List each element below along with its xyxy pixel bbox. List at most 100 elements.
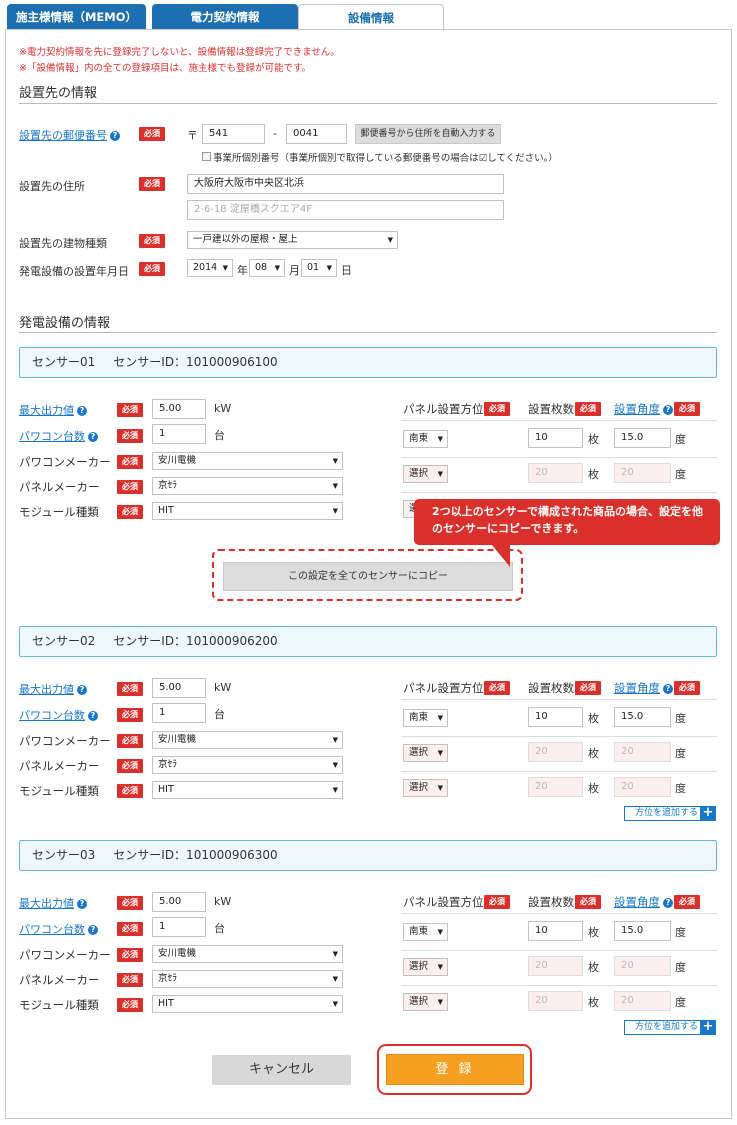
angle-input[interactable]: 15.0 (614, 921, 671, 941)
direction-select[interactable]: 選択 ▼ (403, 993, 448, 1011)
postal-label[interactable]: 設置先の郵便番号? (19, 127, 120, 143)
pcs-count-input[interactable]: 1 (152, 917, 206, 937)
help-icon[interactable]: ? (663, 405, 673, 415)
pcs-count-label[interactable]: パワコン台数? (19, 707, 98, 723)
help-icon[interactable]: ? (88, 711, 98, 721)
panel-maker-select[interactable]: 京ｾﾗ ▼ (152, 756, 343, 774)
max-output-input[interactable]: 5.00 (152, 892, 206, 912)
panel-count-input[interactable]: 10 (528, 428, 583, 448)
chevron-down-icon: ▼ (387, 236, 393, 244)
sensor-header: センサー03 センサーID：101000906300 (19, 840, 717, 871)
pcs-count-input[interactable]: 1 (152, 703, 206, 723)
postal-code-2-input[interactable]: 0041 (286, 124, 347, 144)
help-icon[interactable]: ? (77, 899, 87, 909)
angle-input[interactable]: 20 (614, 463, 671, 483)
panel-count-input[interactable]: 20 (528, 463, 583, 483)
required-badge: 必須 (117, 682, 143, 696)
direction-select[interactable]: 選択 ▼ (403, 744, 448, 762)
office-postal-checkbox[interactable] (202, 152, 211, 161)
month-select[interactable]: 08 ▼ (249, 259, 285, 277)
angle-header[interactable]: 設置角度? (614, 401, 673, 417)
required-badge: 必須 (117, 998, 143, 1012)
output-unit: kW (214, 681, 232, 694)
module-type-select[interactable]: HIT ▼ (152, 995, 343, 1013)
angle-input[interactable]: 20 (614, 956, 671, 976)
address-1-input[interactable]: 大阪府大阪市中央区北浜 (187, 174, 504, 194)
max-output-label[interactable]: 最大出力値? (19, 895, 87, 911)
chevron-down-icon: ▼ (332, 950, 338, 958)
panel-count-input[interactable]: 10 (528, 921, 583, 941)
day-select[interactable]: 01 ▼ (301, 259, 337, 277)
angle-unit: 度 (675, 926, 686, 939)
panel-maker-select-value: 京ｾﾗ (158, 973, 178, 984)
help-icon[interactable]: ? (77, 685, 87, 695)
help-icon[interactable]: ? (88, 432, 98, 442)
tab-power-contract[interactable]: 電力契約情報 (152, 4, 298, 30)
angle-header[interactable]: 設置角度? (614, 894, 673, 910)
angle-input[interactable]: 20 (614, 991, 671, 1011)
required-badge: 必須 (117, 505, 143, 519)
direction-value: 選択 (409, 782, 429, 793)
direction-select[interactable]: 南東 ▼ (403, 923, 448, 941)
year-select[interactable]: 2014 ▼ (187, 259, 233, 277)
tooltip-tail (492, 545, 510, 567)
pcs-count-label[interactable]: パワコン台数? (19, 921, 98, 937)
panel-count-input[interactable]: 10 (528, 707, 583, 727)
tab-equipment[interactable]: 設備情報 (298, 4, 444, 31)
notice-line: ※電力契約情報を先に登録完了しないと、設備情報は登録完了できません。 (19, 47, 340, 58)
max-output-label[interactable]: 最大出力値? (19, 402, 87, 418)
panel-count-input[interactable]: 20 (528, 991, 583, 1011)
angle-header[interactable]: 設置角度? (614, 680, 673, 696)
angle-unit: 度 (675, 433, 686, 446)
building-type-select[interactable]: 一戸建以外の屋根・屋上 ▼ (187, 231, 398, 249)
direction-select[interactable]: 南東 ▼ (403, 430, 448, 448)
direction-select[interactable]: 選択 ▼ (403, 465, 448, 483)
panel-count-input[interactable]: 20 (528, 956, 583, 976)
help-icon[interactable]: ? (77, 406, 87, 416)
pcs-maker-select[interactable]: 安川電機 ▼ (152, 452, 343, 470)
panel-count-header: 設置枚数 (528, 402, 574, 416)
chevron-down-icon: ▼ (437, 749, 443, 757)
notice-line: ※「設備情報」内の全ての登録項目は、施主様でも登録が可能です。 (19, 63, 312, 74)
angle-input[interactable]: 15.0 (614, 707, 671, 727)
angle-input[interactable]: 20 (614, 777, 671, 797)
max-output-label[interactable]: 最大出力値? (19, 681, 87, 697)
add-direction-label: 方位を追加する (635, 1022, 699, 1032)
module-type-select[interactable]: HIT ▼ (152, 502, 343, 520)
register-button[interactable]: 登 録 (386, 1054, 524, 1085)
auto-fill-address-button[interactable]: 郵便番号から住所を自動入力する (355, 124, 501, 144)
row-divider (401, 913, 717, 914)
cancel-button[interactable]: キャンセル (212, 1055, 351, 1085)
direction-select[interactable]: 選択 ▼ (403, 779, 448, 797)
address-2-input[interactable]: 2-6-18 淀屋橋スクエア4F (187, 200, 504, 220)
chevron-down-icon: ▼ (326, 264, 332, 272)
help-icon[interactable]: ? (88, 925, 98, 935)
direction-select[interactable]: 南東 ▼ (403, 709, 448, 727)
pcs-count-label[interactable]: パワコン台数? (19, 428, 98, 444)
help-icon[interactable]: ? (663, 684, 673, 694)
panel-count-input[interactable]: 20 (528, 742, 583, 762)
angle-input[interactable]: 15.0 (614, 428, 671, 448)
add-direction-button[interactable]: 方位を追加する + (624, 1020, 716, 1035)
help-icon[interactable]: ? (110, 131, 120, 141)
panel-maker-select[interactable]: 京ｾﾗ ▼ (152, 477, 343, 495)
pcs-count-input[interactable]: 1 (152, 424, 206, 444)
add-direction-button[interactable]: 方位を追加する + (624, 806, 716, 821)
tab-owner-memo[interactable]: 施主様情報（MEMO） (7, 4, 146, 30)
panel-count-input[interactable]: 20 (528, 777, 583, 797)
office-postal-label: 事業所個別番号（事業所個別で取得している郵便番号の場合は☑してください。） (213, 153, 558, 164)
angle-header-text: 設置角度 (614, 402, 660, 416)
direction-select[interactable]: 選択 ▼ (403, 958, 448, 976)
angle-input[interactable]: 20 (614, 742, 671, 762)
pcs-maker-select[interactable]: 安川電機 ▼ (152, 945, 343, 963)
help-icon[interactable]: ? (663, 898, 673, 908)
chevron-down-icon: ▼ (222, 264, 228, 272)
panel-maker-select[interactable]: 京ｾﾗ ▼ (152, 970, 343, 988)
pcs-count-label-text: パワコン台数 (19, 430, 85, 443)
postal-code-1-input[interactable]: 541 (202, 124, 265, 144)
max-output-input[interactable]: 5.00 (152, 399, 206, 419)
max-output-input[interactable]: 5.00 (152, 678, 206, 698)
pcs-maker-select[interactable]: 安川電機 ▼ (152, 731, 343, 749)
count-unit: 枚 (588, 961, 599, 974)
module-type-select[interactable]: HIT ▼ (152, 781, 343, 799)
